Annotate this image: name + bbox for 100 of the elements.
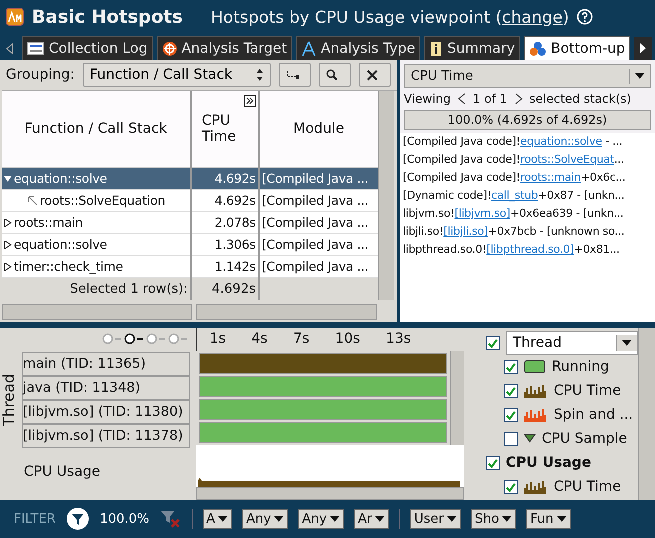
search-icon [326,69,338,81]
tab[interactable]: Analysis Target [156,36,292,60]
grouping-dropdown[interactable]: Function / Call Stack [83,63,271,87]
table-cell: 4.692s [192,168,258,190]
expand-columns-icon[interactable] [244,95,256,107]
tree-row[interactable]: equation::solve [2,234,190,256]
caret-icon [621,339,633,347]
thread-label: java (TID: 11348) [22,376,190,400]
checkbox[interactable] [504,432,518,446]
function-link[interactable]: equation::solve [520,135,602,148]
time-tick: 13s [386,331,412,348]
horizontal-scrollbar[interactable] [2,304,192,320]
stack-share-bar: 100.0% (4.692s of 4.692s) [404,110,651,130]
stack-frame: libjli.so![libjli.so]+0x7bcb - [unknown so... [400,223,655,241]
checkbox[interactable] [486,456,500,470]
function-link[interactable]: [libpthread.so.0] [486,243,574,256]
stack-label: selected stack(s) [530,92,632,106]
column-header[interactable]: Function / Call Stack [2,91,190,168]
filter-dropdown[interactable]: Fun [526,509,571,529]
filter-dropdown[interactable]: Any [242,509,288,529]
search-button[interactable] [319,63,351,87]
vertical-scrollbar[interactable] [638,328,655,500]
function-link[interactable]: roots::SolveEquat [520,153,614,166]
scroll-right-icon[interactable] [634,37,652,60]
expand-icon[interactable] [4,240,12,248]
tree-row[interactable]: timer::check_time [2,256,190,278]
function-link[interactable]: roots::main [520,171,582,184]
cpu-usage-label: CPU Usage [23,463,101,480]
help-icon[interactable] [577,9,594,25]
change-link[interactable]: change [502,8,563,26]
checkbox[interactable] [504,480,518,494]
vertical-scrollbar[interactable] [450,350,464,445]
time-tick: 7s [293,331,310,348]
collapse-icon[interactable] [4,174,12,182]
log-icon [27,42,45,56]
grouping-label: Grouping: [6,67,75,83]
filter-dropdown[interactable]: Any [298,509,344,529]
tree-row[interactable]: equation::solve [2,168,190,190]
column-header[interactable]: CPU Time [192,91,258,168]
tree-row[interactable]: roots::SolveEquation [2,190,190,212]
viewing-label: Viewing [404,92,452,106]
filter-dropdown[interactable]: Ar [354,509,390,529]
table-cell: [Compiled Java ... [260,168,378,190]
filter-label: FILTER [14,512,56,526]
viewpoint-title: Hotspots by CPU Usage viewpoint (change) [211,8,570,26]
previous-icon[interactable] [458,93,466,105]
horizontal-scrollbar[interactable] [196,486,464,500]
legend-label: CPU Time [554,383,622,399]
tools-button[interactable] [359,63,391,87]
filter-percent: 100.0% [100,512,150,526]
stack-position: 1 of 1 [473,92,508,106]
filter-icon[interactable] [66,507,90,531]
checkbox[interactable] [486,336,500,350]
table-cell: [Compiled Java ... [260,212,378,234]
histogram-icon [524,408,548,422]
target-icon [162,40,178,56]
function-link[interactable]: call_stub [492,189,538,202]
legend-label: Running [552,359,610,375]
caret-icon [273,515,286,523]
caret-icon [446,515,458,523]
time-tick: 10s [335,331,360,348]
function-link[interactable]: [libjvm.so] [454,207,510,220]
stack-frame: [Compiled Java code]!roots::SolveEquat... [400,151,655,169]
checkbox[interactable] [504,408,518,422]
expand-icon[interactable] [4,218,12,226]
filter-dropdown[interactable]: A [202,509,232,529]
filter-dropdown[interactable]: Sho [470,509,516,529]
analysis-title: Basic Hotspots [32,6,184,28]
tab[interactable]: Analysis Type [296,36,420,60]
column-header[interactable]: Module [260,91,378,168]
function-link[interactable]: [libjli.so] [444,225,488,238]
vertical-scrollbar[interactable] [378,91,394,300]
time-tick: 1s [210,331,226,348]
tab[interactable]: Collection Log [22,36,153,60]
expand-icon[interactable] [4,262,12,270]
thread-label: main (TID: 11365) [22,352,190,376]
caller-arrow-icon [28,196,38,206]
stack-frame: [Compiled Java code]!roots::main+0x6c... [400,169,655,187]
next-icon[interactable] [514,93,523,105]
horizontal-scrollbar[interactable] [196,304,377,320]
table-cell: 2.078s [192,212,258,234]
thread-label: [libjvm.so] (TID: 11380) [22,400,190,424]
band-dropdown[interactable]: Thread [506,331,638,355]
histogram-icon [524,480,548,494]
filter-dropdown[interactable]: User [410,509,461,529]
call-stack-button[interactable] [279,63,311,87]
checkbox[interactable] [504,360,518,374]
scroll-left-icon[interactable] [6,42,14,54]
tree-row[interactable]: roots::main [2,212,190,234]
stack-frame: [Dynamic code]!call_stub+0x87 - [unkn... [400,187,655,205]
tab[interactable]: Summary [424,36,520,60]
tab[interactable]: Bottom-up [524,36,630,60]
metric-dropdown[interactable]: CPU Time [404,64,651,88]
checkbox[interactable] [504,384,518,398]
table-cell: 4.692s [192,190,258,212]
clear-filter-icon[interactable] [160,509,182,529]
caret-icon [556,515,568,523]
legend-label: Spin and ... [554,407,634,423]
table-cell: [Compiled Java ... [260,234,378,256]
app-logo-icon [6,8,24,26]
